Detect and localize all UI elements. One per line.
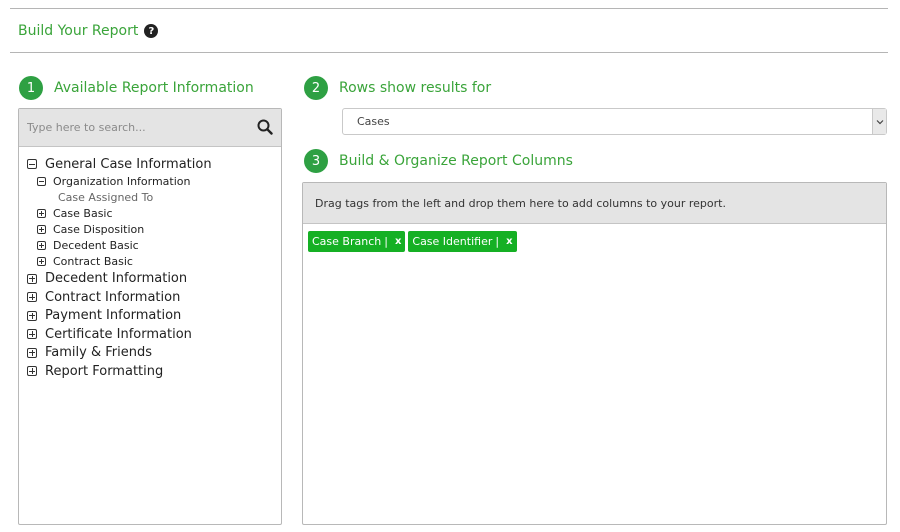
expand-icon[interactable] xyxy=(37,241,46,250)
tree-node-decedent-information[interactable]: Decedent Information xyxy=(19,270,281,289)
expand-icon[interactable] xyxy=(27,329,37,340)
chevron-down-icon[interactable] xyxy=(872,109,886,134)
expand-icon[interactable] xyxy=(27,310,37,321)
column-tag-case-identifier[interactable]: Case Identifier | x xyxy=(408,231,517,252)
tree-node-case-basic[interactable]: Case Basic xyxy=(19,206,281,222)
tree-node-contract-basic[interactable]: Contract Basic xyxy=(19,254,281,270)
step-1-heading: 1 Available Report Information xyxy=(19,76,254,100)
search-icon[interactable] xyxy=(257,119,273,135)
collapse-icon[interactable] xyxy=(37,177,46,186)
tree-node-organization-information[interactable]: Organization Information xyxy=(19,174,281,190)
tree-node-contract-information[interactable]: Contract Information xyxy=(19,288,281,307)
tree-node-certificate-information[interactable]: Certificate Information xyxy=(19,325,281,344)
column-tag-case-branch[interactable]: Case Branch | x xyxy=(308,231,406,252)
step-1-badge: 1 xyxy=(19,76,43,100)
tree-node-report-formatting[interactable]: Report Formatting xyxy=(19,362,281,381)
rows-result-select[interactable]: Cases xyxy=(342,108,887,135)
rows-result-selected-value: Cases xyxy=(357,115,390,128)
expand-icon[interactable] xyxy=(37,257,46,266)
search-input[interactable] xyxy=(19,109,249,146)
step-2-heading: 2 Rows show results for xyxy=(304,76,491,100)
header-divider xyxy=(10,52,888,53)
available-info-panel: General Case Information Organization In… xyxy=(18,108,282,525)
remove-tag-icon[interactable]: x xyxy=(506,236,512,247)
expand-icon[interactable] xyxy=(37,225,46,234)
expand-icon[interactable] xyxy=(27,273,37,284)
expand-icon[interactable] xyxy=(27,366,37,377)
step-3-label: Build & Organize Report Columns xyxy=(339,153,573,169)
tree-leaf-case-assigned-to[interactable]: Case Assigned To xyxy=(19,190,281,206)
page-title-text: Build Your Report xyxy=(18,23,139,39)
top-divider xyxy=(10,8,888,9)
step-2-badge: 2 xyxy=(304,76,328,100)
remove-tag-icon[interactable]: x xyxy=(395,236,401,247)
search-bar xyxy=(19,109,281,147)
report-columns-drop-zone[interactable]: Drag tags from the left and drop them he… xyxy=(302,182,887,525)
step-3-heading: 3 Build & Organize Report Columns xyxy=(304,149,573,173)
report-info-tree: General Case Information Organization In… xyxy=(19,147,281,381)
expand-icon[interactable] xyxy=(27,347,37,358)
tree-node-decedent-basic[interactable]: Decedent Basic xyxy=(19,238,281,254)
page-title: Build Your Report ? xyxy=(18,23,159,39)
step-1-label: Available Report Information xyxy=(54,80,254,96)
tree-node-general-case-information[interactable]: General Case Information xyxy=(19,155,281,174)
expand-icon[interactable] xyxy=(27,292,37,303)
tree-node-case-disposition[interactable]: Case Disposition xyxy=(19,222,281,238)
tree-node-payment-information[interactable]: Payment Information xyxy=(19,307,281,326)
expand-icon[interactable] xyxy=(37,209,46,218)
collapse-icon[interactable] xyxy=(27,159,37,170)
tree-node-family-friends[interactable]: Family & Friends xyxy=(19,344,281,363)
drop-zone-instructions: Drag tags from the left and drop them he… xyxy=(303,183,886,224)
step-2-label: Rows show results for xyxy=(339,80,492,96)
step-3-badge: 3 xyxy=(304,149,328,173)
column-tags: Case Branch | x Case Identifier | x xyxy=(303,224,886,252)
help-icon[interactable]: ? xyxy=(144,24,159,38)
